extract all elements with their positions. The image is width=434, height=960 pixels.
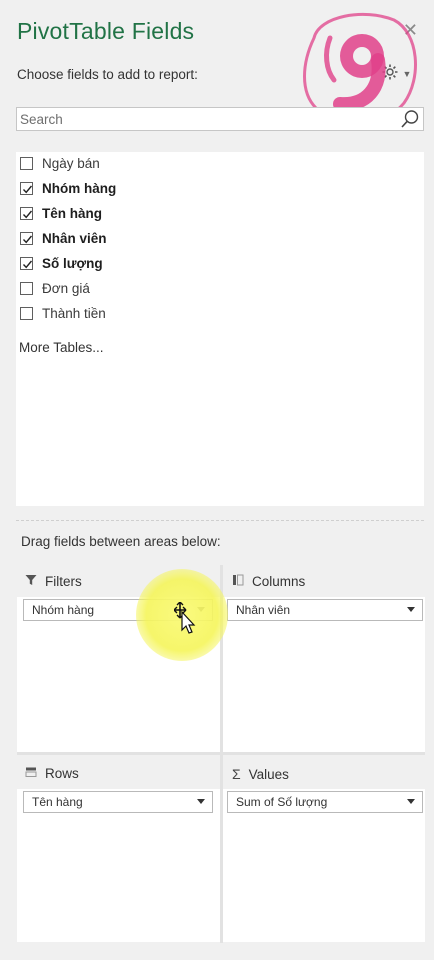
rows-item-label: Tên hàng xyxy=(32,795,83,809)
field-label: Đơn giá xyxy=(42,280,90,296)
chevron-down-icon[interactable] xyxy=(407,799,415,804)
columns-header: Columns xyxy=(232,574,305,589)
areas-label: Drag fields between areas below: xyxy=(21,534,221,549)
area-splitter-horizontal xyxy=(17,752,425,755)
filters-item[interactable]: Nhóm hàng xyxy=(23,599,213,621)
values-item[interactable]: Sum of Số lượng xyxy=(227,791,423,813)
values-area[interactable]: Sum of Số lượng xyxy=(223,789,425,942)
search-box[interactable] xyxy=(16,107,424,131)
checkbox[interactable] xyxy=(20,156,33,170)
rows-header: Rows xyxy=(25,766,79,781)
close-icon[interactable]: ✕ xyxy=(403,20,418,41)
filters-item-label: Nhóm hàng xyxy=(32,603,95,617)
checkbox[interactable] xyxy=(20,181,33,195)
field-label: Số lượng xyxy=(42,255,103,271)
field-label: Thành tiền xyxy=(42,305,106,321)
field-item[interactable]: Nhóm hàng xyxy=(20,177,116,199)
field-item[interactable]: Số lượng xyxy=(20,252,103,274)
columns-label: Columns xyxy=(252,574,306,589)
rows-icon xyxy=(25,766,37,781)
chevron-down-icon[interactable] xyxy=(197,799,205,804)
field-label: Ngày bán xyxy=(42,155,100,171)
divider xyxy=(16,520,424,522)
chevron-down-icon[interactable] xyxy=(407,607,415,612)
chevron-down-icon: ▼ xyxy=(402,69,412,79)
filters-area[interactable]: Nhóm hàng xyxy=(17,597,220,752)
chevron-down-icon[interactable] xyxy=(197,607,205,612)
rows-area[interactable]: Tên hàng xyxy=(17,789,220,942)
values-header: Σ Values xyxy=(232,766,289,782)
search-input[interactable] xyxy=(20,110,400,128)
field-label: Nhóm hàng xyxy=(42,180,117,196)
field-label: Nhân viên xyxy=(42,230,107,246)
field-item[interactable]: Nhân viên xyxy=(20,227,107,249)
field-list: Ngày bán Nhóm hàng Tên hàng Nhân viên Số… xyxy=(16,152,424,506)
rows-label: Rows xyxy=(45,766,79,781)
checkbox[interactable] xyxy=(20,306,33,320)
values-label: Values xyxy=(248,766,289,782)
sigma-icon: Σ xyxy=(232,766,241,782)
pane-title: PivotTable Fields xyxy=(17,18,195,44)
search-icon[interactable] xyxy=(400,109,420,134)
columns-item[interactable]: Nhân viên xyxy=(227,599,423,621)
gear-icon xyxy=(381,63,399,86)
pane-subtitle: Choose fields to add to report: xyxy=(17,67,198,82)
rows-item[interactable]: Tên hàng xyxy=(23,791,213,813)
field-item[interactable]: Tên hàng xyxy=(20,202,102,224)
filters-label: Filters xyxy=(45,574,82,589)
field-item[interactable]: Đơn giá xyxy=(20,277,90,299)
checkbox[interactable] xyxy=(20,231,33,245)
field-label: Tên hàng xyxy=(42,205,102,221)
columns-area[interactable]: Nhân viên xyxy=(223,597,425,752)
more-tables-link[interactable]: More Tables... xyxy=(19,340,104,355)
field-item[interactable]: Ngày bán xyxy=(20,152,100,174)
filter-icon xyxy=(25,574,37,589)
tools-button[interactable]: ▼ xyxy=(369,57,423,91)
checkbox[interactable] xyxy=(20,281,33,295)
values-item-label: Sum of Số lượng xyxy=(236,795,328,809)
columns-item-label: Nhân viên xyxy=(236,603,291,617)
columns-icon xyxy=(232,574,244,589)
checkbox[interactable] xyxy=(20,256,33,270)
filters-header: Filters xyxy=(25,574,82,589)
checkbox[interactable] xyxy=(20,206,33,220)
field-item[interactable]: Thành tiền xyxy=(20,302,106,324)
